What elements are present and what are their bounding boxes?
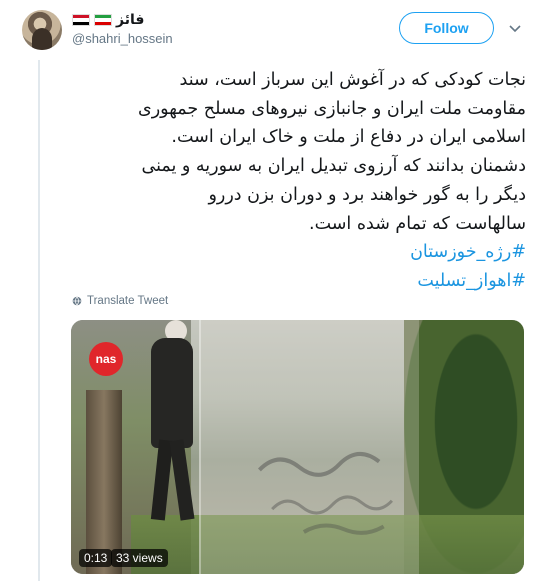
follow-button[interactable]: Follow (399, 12, 494, 44)
video-duration: 0:13 (79, 549, 113, 567)
soldier-figure (141, 320, 201, 521)
video-overlay-script (237, 429, 424, 551)
tweet-line: مقاومت ملت ایران و جانبازی نیروهای مسلح … (138, 98, 526, 119)
tweet-line: نجات کودکی که در آغوش این سرباز است، سند (179, 70, 526, 90)
hashtag-link[interactable]: #رژه_خوزستان (62, 238, 526, 267)
name-row: فائز (72, 10, 173, 30)
chevron-down-icon[interactable] (508, 22, 522, 36)
user-handle[interactable]: @shahri_hossein (72, 30, 173, 48)
tweet-line: دیگر را به گور خواهند برد و دوران بزن در… (208, 184, 526, 205)
tweet-line: سالهاست که تمام شده است. (309, 213, 526, 234)
flag-iran-icon (94, 14, 112, 26)
news-logo: nas (89, 342, 123, 376)
video-player[interactable]: nas 0:13 33 views (71, 320, 524, 574)
tree-trunk (86, 390, 122, 574)
flag-iraq-icon (72, 14, 90, 26)
thread-line (38, 60, 40, 581)
hashtag-link[interactable]: #اهواز_تسلیت (62, 267, 526, 296)
video-views: 33 views (111, 549, 168, 567)
translate-tweet-link[interactable]: Translate Tweet (72, 295, 168, 307)
tweet-header: فائز @shahri_hossein (72, 10, 173, 50)
tweet-line: اسلامی ایران در دفاع از ملت و خاک ایران … (171, 127, 526, 148)
globe-icon (72, 296, 82, 306)
tweet-text: نجات کودکی که در آغوش این سرباز است، سند… (62, 66, 526, 296)
translate-label: Translate Tweet (87, 295, 169, 307)
display-name[interactable]: فائز (116, 12, 144, 28)
tweet-line: دشمنان بدانند که آرزوی تبدیل ایران به سو… (141, 156, 526, 177)
avatar[interactable] (22, 10, 62, 50)
